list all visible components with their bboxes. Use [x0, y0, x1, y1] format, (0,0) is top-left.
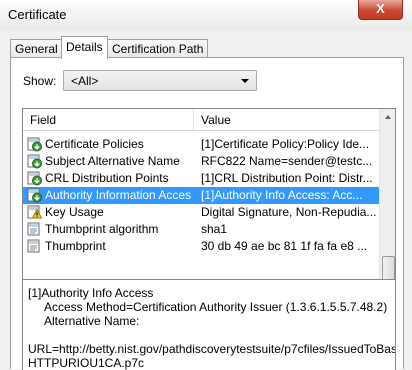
row-field-value: 30 db 49 ae bc 81 1f fa fa e8 ...: [201, 239, 368, 253]
column-header-value[interactable]: Value: [201, 113, 231, 127]
row-field-value: sha1: [201, 222, 228, 236]
row-field-name: CRL Distribution Points: [45, 171, 169, 185]
table-row[interactable]: Thumbprint algorithm sha1: [23, 221, 379, 238]
arrow-up-icon: [385, 115, 391, 119]
column-header-field[interactable]: Field: [30, 113, 56, 127]
table-row[interactable]: Thumbprint 30 db 49 ae bc 81 1f fa fa e8 …: [23, 238, 379, 255]
certificate-dialog: Certificate X General Details Certificat…: [0, 0, 412, 370]
details-panel: Show: <All> Field Value Certificate Poli…: [10, 57, 404, 370]
field-detail-text[interactable]: [1]Authority Info Access Access Method=C…: [22, 279, 396, 370]
chevron-down-icon: [241, 79, 249, 83]
row-field-name: Authority Information Access: [45, 188, 191, 202]
detail-line: HTTPURIOU1CA.p7c: [28, 356, 145, 370]
cert-property-icon: [27, 222, 43, 237]
show-dropdown[interactable]: <All>: [63, 70, 257, 91]
row-field-value: RFC822 Name=sender@testc...: [201, 154, 373, 168]
window-title: Certificate: [8, 7, 67, 22]
row-field-value: [1]Certificate Policy:Policy Ide...: [201, 137, 370, 151]
list-header: Field Value: [23, 109, 379, 131]
cert-extension-icon: [27, 154, 43, 169]
row-field-name: Subject Alternative Name: [45, 154, 180, 168]
show-label: Show:: [23, 74, 57, 88]
table-row[interactable]: Authority Information Access [1]Authority…: [23, 187, 379, 204]
table-row[interactable]: Certificate Policies [1]Certificate Polic…: [23, 136, 379, 153]
tab-details[interactable]: Details: [61, 36, 108, 59]
table-row[interactable]: CRL Distribution Points [1]CRL Distributi…: [23, 170, 379, 187]
table-row[interactable]: Key Usage Digital Signature, Non-Repudia.…: [23, 204, 379, 221]
cert-critical-extension-icon: [27, 205, 43, 220]
cert-extension-icon: [27, 171, 43, 186]
detail-line: Access Method=Certification Authority Is…: [28, 300, 388, 314]
row-field-name: Thumbprint: [45, 239, 106, 253]
scroll-up-button[interactable]: [380, 109, 395, 126]
row-field-name: Key Usage: [45, 205, 104, 219]
detail-line: URL=http://betty.nist.gov/pathdiscoveryt…: [28, 342, 396, 356]
column-divider[interactable]: [193, 109, 194, 131]
row-field-name: Certificate Policies: [45, 137, 144, 151]
detail-line: Alternative Name:: [28, 314, 140, 328]
row-field-value: Digital Signature, Non-Repudia...: [201, 205, 377, 219]
title-bar[interactable]: Certificate X: [0, 0, 412, 30]
tab-certification-path[interactable]: Certification Path: [107, 39, 209, 58]
table-row[interactable]: Subject Alternative Name RFC822 Name=send…: [23, 153, 379, 170]
detail-line: [28, 328, 395, 342]
row-field-value: [1]Authority Info Access: Acc...: [201, 188, 363, 202]
cert-extension-icon: [27, 188, 43, 203]
cert-property-icon: [27, 239, 43, 254]
detail-line: [1]Authority Info Access: [28, 286, 154, 300]
row-field-name: Thumbprint algorithm: [45, 222, 159, 236]
close-button[interactable]: X: [358, 0, 403, 20]
cert-extension-icon: [27, 137, 43, 152]
row-field-value: [1]CRL Distribution Point: Distr...: [201, 171, 373, 185]
tab-general[interactable]: General: [10, 39, 63, 58]
show-dropdown-value: <All>: [71, 74, 99, 88]
